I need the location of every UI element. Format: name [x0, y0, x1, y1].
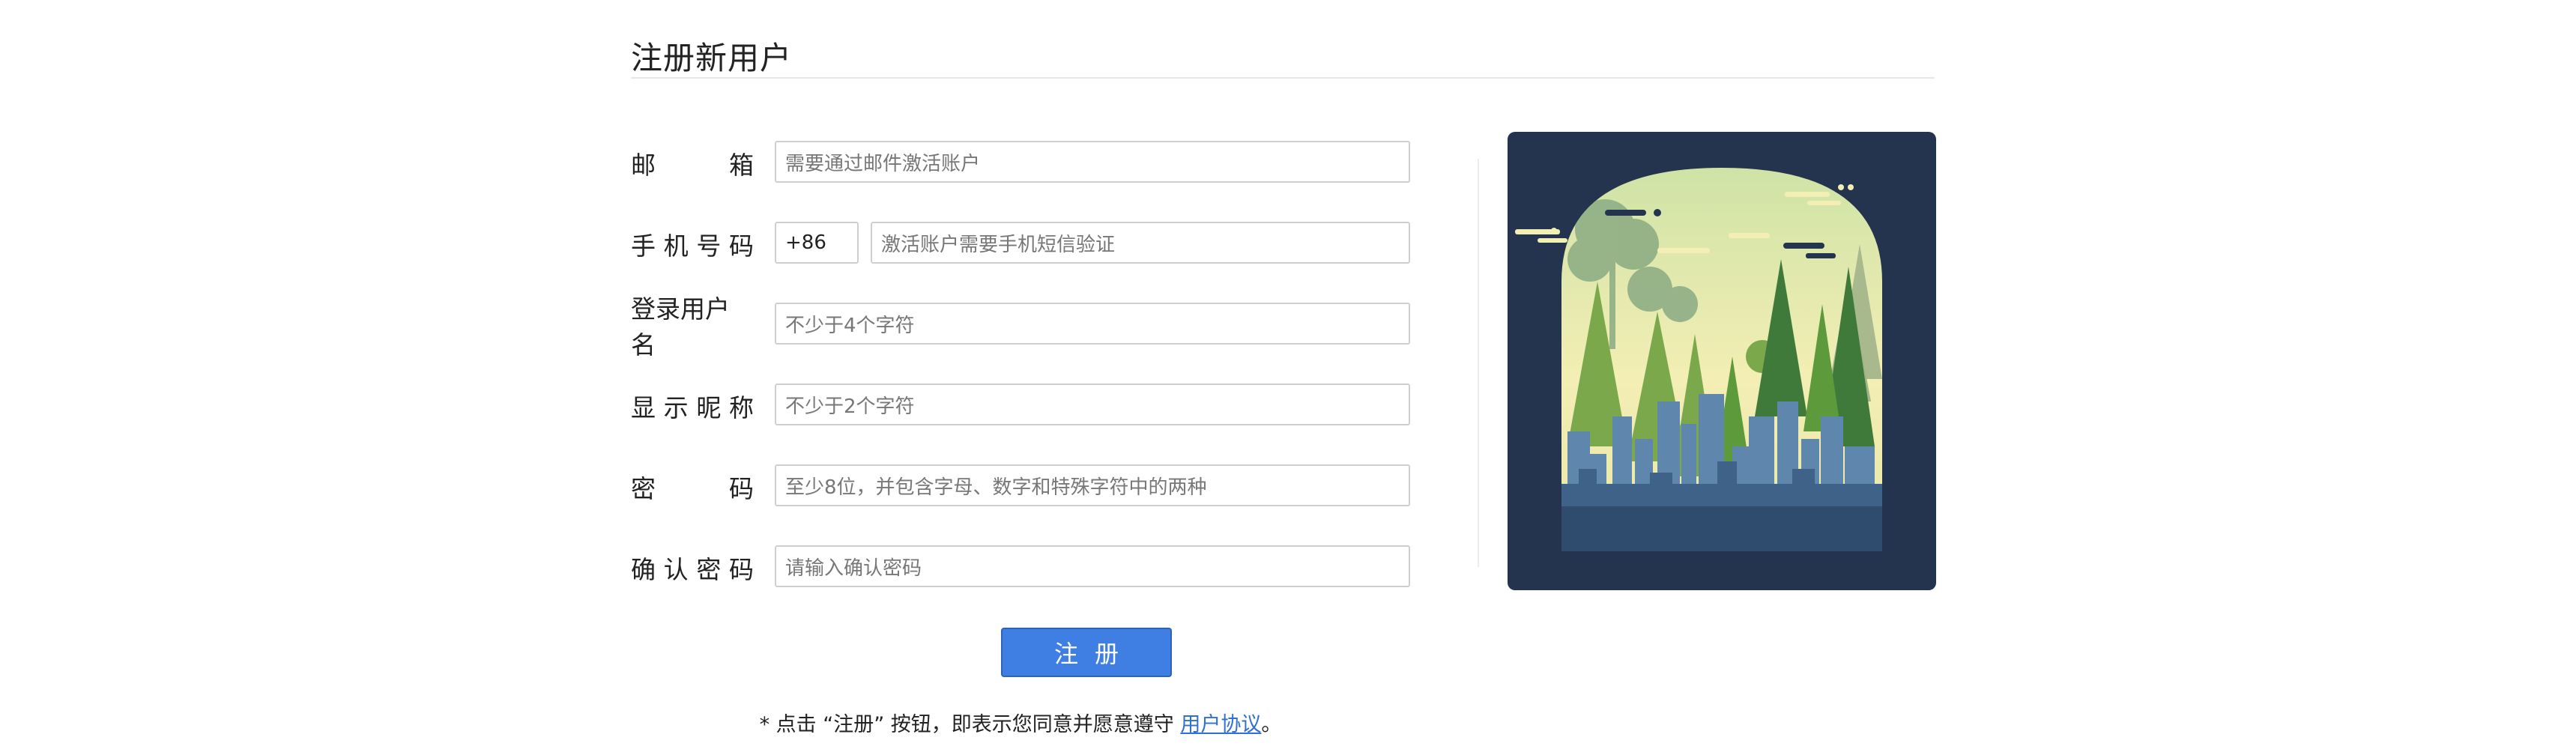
phone-label: 手 机 号 码: [631, 231, 754, 261]
register-button[interactable]: 注册: [1001, 628, 1172, 677]
user-agreement-link[interactable]: 用户协议: [1180, 713, 1261, 736]
email-input[interactable]: 需要通过邮件激活账户: [775, 141, 1410, 183]
country-code-value: +86: [785, 231, 826, 254]
username-label: 登录用户名: [631, 294, 730, 360]
username-row: 登录用户名 不少于4个字符: [631, 294, 1410, 360]
title-divider: [631, 77, 1935, 79]
phone-placeholder: 激活账户需要手机短信验证: [881, 233, 1116, 256]
password-row: 密 码 至少8位，并包含字母、数字和特殊字符中的两种: [631, 464, 1410, 509]
registration-page: 注册新用户 邮 箱 需要通过邮件激活账户 手 机 号 码 +86 激活账户需要手…: [631, 0, 1936, 755]
password-input[interactable]: 至少8位，并包含字母、数字和特殊字符中的两种: [775, 464, 1410, 506]
email-row: 邮 箱 需要通过邮件激活账户: [631, 141, 1410, 186]
confirm-password-placeholder: 请输入确认密码: [785, 557, 922, 580]
password-placeholder: 至少8位，并包含字母、数字和特殊字符中的两种: [785, 476, 1207, 499]
vertical-divider: [1478, 159, 1479, 567]
username-placeholder: 不少于4个字符: [785, 314, 915, 337]
forest-illustration: [1508, 132, 1936, 590]
username-input[interactable]: 不少于4个字符: [775, 303, 1410, 345]
confirm-password-row: 确 认 密 码 请输入确认密码: [631, 545, 1410, 590]
country-code-input[interactable]: +86: [775, 222, 859, 264]
nickname-row: 显 示 昵 称 不少于2个字符: [631, 383, 1410, 428]
page-title: 注册新用户: [631, 40, 793, 76]
password-label: 密 码: [631, 474, 754, 503]
email-label: 邮 箱: [631, 151, 754, 180]
phone-input[interactable]: 激活账户需要手机短信验证: [871, 222, 1410, 264]
confirm-password-label: 确 认 密 码: [631, 555, 754, 584]
phone-row: 手 机 号 码 +86 激活账户需要手机短信验证: [631, 222, 1410, 267]
confirm-password-input[interactable]: 请输入确认密码: [775, 545, 1410, 587]
agreement-suffix: 。: [1261, 713, 1282, 736]
agreement-notice: * 点击 “注册” 按钮，即表示您同意并愿意遵守 用户协议。: [631, 708, 1410, 737]
agreement-prefix: * 点击 “注册” 按钮，即表示您同意并愿意遵守: [759, 713, 1174, 736]
nickname-label: 显 示 昵 称: [631, 393, 754, 422]
email-placeholder: 需要通过邮件激活账户: [785, 152, 981, 175]
nickname-placeholder: 不少于2个字符: [785, 395, 915, 418]
nickname-input[interactable]: 不少于2个字符: [775, 383, 1410, 425]
